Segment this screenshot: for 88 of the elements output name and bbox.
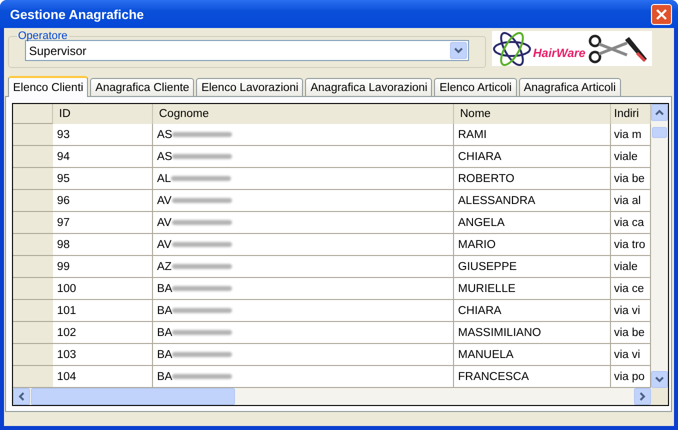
horizontal-scrollbar[interactable] xyxy=(13,388,668,405)
table-cell: via po xyxy=(611,366,651,388)
group-label: Operatore xyxy=(17,30,69,42)
scroll-thumb[interactable] xyxy=(652,127,667,138)
table-cell: 96 xyxy=(53,190,153,212)
table-cell: MANUELA xyxy=(454,344,611,366)
scroll-right-button[interactable] xyxy=(634,388,651,405)
table-cell: RAMI xyxy=(454,124,611,146)
scroll-up-button[interactable] xyxy=(651,104,668,121)
table-cell: viale xyxy=(611,256,651,278)
table-cell: BA xyxy=(157,304,172,316)
chevron-down-icon xyxy=(655,376,664,383)
scroll-thumb[interactable] xyxy=(31,388,235,405)
table-cell: 102 xyxy=(53,322,153,344)
table-cell: ALESSANDRA xyxy=(454,190,611,212)
tab[interactable]: Anagrafica Lavorazioni xyxy=(305,78,432,96)
table-cell: via ca xyxy=(611,212,651,234)
blurred-text xyxy=(172,198,232,203)
table-cell: CHIARA xyxy=(454,300,611,322)
blurred-text xyxy=(172,220,232,225)
table-cell: 104 xyxy=(53,366,153,388)
table-cell: MARIO xyxy=(454,234,611,256)
window-title: Gestione Anagrafiche xyxy=(10,6,144,22)
table-cell: via ce xyxy=(611,278,651,300)
table-cell: 95 xyxy=(53,168,153,190)
table-cell: BA xyxy=(157,370,172,382)
table-cell: 94 xyxy=(53,146,153,168)
table-cell: AV xyxy=(157,238,172,250)
atom-icon xyxy=(492,32,532,66)
table-cell: via be xyxy=(611,322,651,344)
logo-text: HairWare xyxy=(533,46,586,60)
table-cell: ROBERTO xyxy=(454,168,611,190)
blurred-text xyxy=(172,352,232,357)
table-cell: 99 xyxy=(53,256,153,278)
chevron-right-icon xyxy=(639,392,646,401)
table-cell: MASSIMILIANO xyxy=(454,322,611,344)
table-cell: CHIARA xyxy=(454,146,611,168)
table-cell: 101 xyxy=(53,300,153,322)
table-cell: BA xyxy=(157,326,172,338)
table-cell: viale xyxy=(611,146,651,168)
blurred-text xyxy=(172,132,232,137)
blurred-text xyxy=(172,286,232,291)
chevron-up-icon xyxy=(655,109,664,116)
blurred-text xyxy=(172,308,232,313)
tab[interactable]: Anagrafica Articoli xyxy=(518,78,621,96)
table-cell: via vi xyxy=(611,344,651,366)
tab[interactable]: Elenco Clienti xyxy=(8,76,88,97)
close-icon xyxy=(655,8,668,20)
chevron-down-icon xyxy=(454,47,463,54)
blurred-text xyxy=(171,176,232,181)
table-cell: MURIELLE xyxy=(454,278,611,300)
dropdown-button[interactable] xyxy=(450,42,467,59)
scroll-down-button[interactable] xyxy=(651,371,668,388)
scissors-comb-icon xyxy=(587,32,650,64)
tab[interactable]: Elenco Articoli xyxy=(434,78,517,96)
blurred-text xyxy=(172,154,232,159)
table-cell: 100 xyxy=(53,278,153,300)
table-cell: 93 xyxy=(53,124,153,146)
table-cell: via vi xyxy=(611,300,651,322)
table-cell: GIUSEPPE xyxy=(454,256,611,278)
tab[interactable]: Anagrafica Cliente xyxy=(90,78,194,96)
table-cell: 103 xyxy=(53,344,153,366)
table-cell: 97 xyxy=(53,212,153,234)
close-button[interactable] xyxy=(651,4,672,24)
blurred-text xyxy=(172,374,232,379)
table-cell: AS xyxy=(157,128,172,140)
table-cell: via be xyxy=(611,168,651,190)
blurred-text xyxy=(172,264,232,269)
vertical-scrollbar[interactable] xyxy=(651,104,668,388)
table-cell: via al xyxy=(611,190,651,212)
chevron-left-icon xyxy=(18,392,25,401)
table-cell: AV xyxy=(157,194,172,206)
table-cell: AL xyxy=(157,172,172,184)
table-cell: via tro xyxy=(611,234,651,256)
table-cell: ANGELA xyxy=(454,212,611,234)
tab[interactable]: Elenco Lavorazioni xyxy=(196,78,304,96)
table-cell: via m xyxy=(611,124,651,146)
blurred-text xyxy=(172,330,232,335)
table-cell: AS xyxy=(157,150,172,162)
table-cell: BA xyxy=(157,348,172,360)
operator-dropdown[interactable]: Supervisor xyxy=(25,40,469,61)
table-cell: BA xyxy=(157,282,172,294)
scroll-left-button[interactable] xyxy=(13,388,30,405)
table-cell: FRANCESCA xyxy=(454,366,611,388)
table-cell: AV xyxy=(157,216,172,228)
blurred-text xyxy=(172,242,232,247)
table-cell: AZ xyxy=(157,260,172,272)
table-cell: 98 xyxy=(53,234,153,256)
